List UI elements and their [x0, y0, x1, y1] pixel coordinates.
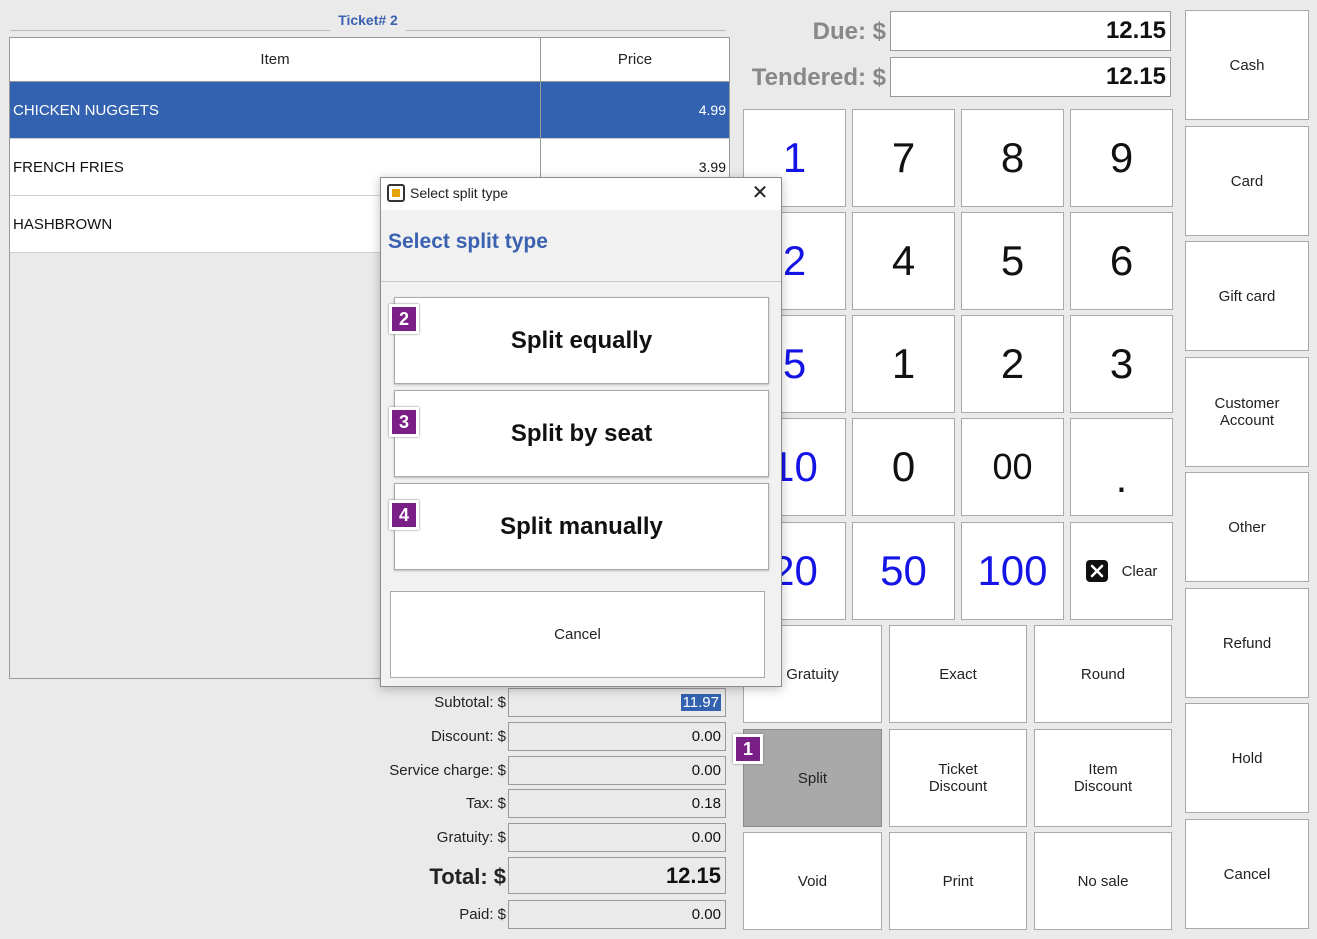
service-charge-value: 0.00: [508, 756, 726, 785]
gift-card-button[interactable]: Gift card: [1185, 241, 1309, 351]
key-5-button[interactable]: 5: [961, 212, 1064, 310]
refund-button[interactable]: Refund: [1185, 588, 1309, 698]
subtotal-label: Subtotal: $: [434, 694, 506, 711]
split-equally-button[interactable]: Split equally: [394, 297, 769, 384]
divider: [10, 30, 330, 31]
table-row[interactable]: CHICKEN NUGGETS 4.99: [10, 82, 729, 139]
split-manually-button[interactable]: Split manually: [394, 483, 769, 570]
tendered-input[interactable]: 12.15: [890, 57, 1171, 97]
total-value: 12.15: [508, 857, 726, 894]
service-charge-label: Service charge: $: [389, 762, 506, 779]
split-by-seat-button[interactable]: Split by seat: [394, 390, 769, 477]
cash-button[interactable]: Cash: [1185, 10, 1309, 120]
key-8-button[interactable]: 8: [961, 109, 1064, 207]
subtotal-field: 11.97: [508, 688, 726, 717]
clear-label: Clear: [1121, 562, 1158, 580]
ticket-discount-button[interactable]: Ticket Discount: [889, 729, 1027, 827]
exact-button[interactable]: Exact: [889, 625, 1027, 723]
due-value: 12.15: [890, 11, 1171, 51]
quick-amount-50-button[interactable]: 50: [852, 522, 955, 620]
tendered-label: Tendered: $: [751, 64, 886, 91]
void-button[interactable]: Void: [743, 832, 882, 930]
item-discount-button[interactable]: Item Discount: [1034, 729, 1172, 827]
step-badge-4: 4: [389, 500, 419, 530]
gratuity-value: 0.00: [508, 823, 726, 852]
dialog-cancel-button[interactable]: Cancel: [390, 591, 765, 678]
step-badge-2: 2: [389, 304, 419, 334]
item-name: CHICKEN NUGGETS: [13, 102, 159, 119]
card-button[interactable]: Card: [1185, 126, 1309, 236]
key-6-button[interactable]: 6: [1070, 212, 1173, 310]
key-7-button[interactable]: 7: [852, 109, 955, 207]
discount-value: 0.00: [508, 722, 726, 751]
tax-label: Tax: $: [465, 795, 506, 812]
clear-button[interactable]: Clear: [1070, 522, 1173, 620]
key-3-button[interactable]: 3: [1070, 315, 1173, 413]
key-00-button[interactable]: 00: [961, 418, 1064, 516]
dialog-header: Select split type: [381, 210, 781, 282]
ticket-title: Ticket# 2: [330, 12, 406, 28]
key-0-button[interactable]: 0: [852, 418, 955, 516]
column-header-item[interactable]: Item: [10, 38, 540, 82]
gratuity-label: Gratuity: $: [436, 829, 506, 846]
discount-label: Discount: $: [430, 728, 506, 745]
paid-label: Paid: $: [459, 906, 506, 923]
print-button[interactable]: Print: [889, 832, 1027, 930]
round-button[interactable]: Round: [1034, 625, 1172, 723]
key-9-button[interactable]: 9: [1070, 109, 1173, 207]
dialog-titlebar: Select split type ✕: [381, 178, 781, 210]
item-name: HASHBROWN: [13, 216, 113, 233]
dialog-window-title: Select split type: [410, 185, 509, 201]
split-button[interactable]: Split: [743, 729, 882, 827]
dialog-body: Split equally Split by seat Split manual…: [381, 282, 781, 686]
key-2-button[interactable]: 2: [961, 315, 1064, 413]
app-icon: [387, 184, 405, 202]
tax-value: 0.18: [508, 789, 726, 818]
table-header: Item Price: [10, 38, 729, 82]
subtotal-value: 11.97: [680, 694, 721, 711]
due-label: Due: $: [812, 18, 886, 45]
paid-value: 0.00: [508, 900, 726, 929]
key-4-button[interactable]: 4: [852, 212, 955, 310]
quick-amount-100-button[interactable]: 100: [961, 522, 1064, 620]
step-badge-1: 1: [733, 734, 763, 764]
divider: [406, 30, 726, 31]
select-split-type-dialog: Select split type ✕ Select split type Sp…: [380, 177, 782, 687]
step-badge-3: 3: [389, 407, 419, 437]
other-button[interactable]: Other: [1185, 472, 1309, 582]
cancel-payment-button[interactable]: Cancel: [1185, 819, 1309, 929]
clear-icon: [1085, 560, 1108, 582]
key-decimal-button[interactable]: .: [1070, 418, 1173, 516]
hold-button[interactable]: Hold: [1185, 703, 1309, 813]
no-sale-button[interactable]: No sale: [1034, 832, 1172, 930]
close-icon[interactable]: ✕: [749, 182, 771, 204]
dialog-heading: Select split type: [388, 230, 548, 253]
item-name: FRENCH FRIES: [13, 159, 124, 176]
customer-account-button[interactable]: Customer Account: [1185, 357, 1309, 467]
total-label: Total: $: [429, 864, 506, 889]
key-1-button[interactable]: 1: [852, 315, 955, 413]
